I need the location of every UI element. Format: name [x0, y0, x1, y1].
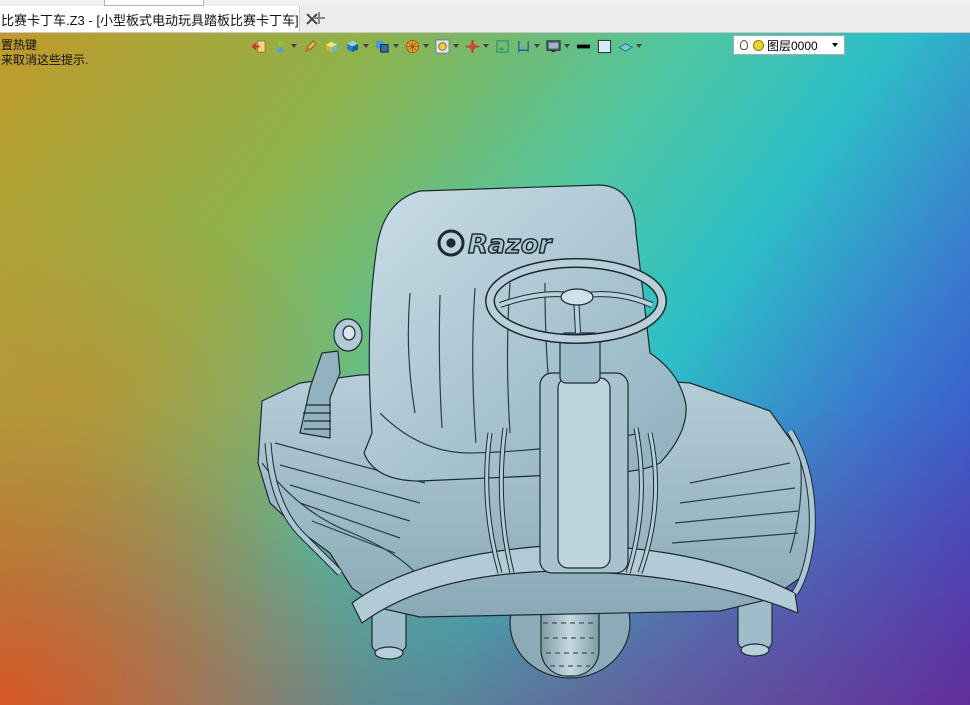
zoom-fit-button[interactable]: [435, 36, 459, 56]
dimension-icon: [518, 40, 529, 52]
shaded-box-button[interactable]: [324, 36, 339, 56]
dimension-button[interactable]: [516, 36, 540, 56]
plane-icon: [618, 42, 633, 52]
axis-button[interactable]: [465, 36, 489, 56]
wheel-icon: [405, 39, 420, 53]
go-kart-model[interactable]: Razor: [0, 33, 970, 705]
hint-text: 置热键 来取消这些提示.: [1, 38, 88, 68]
render-mode-icon: [275, 40, 286, 52]
document-tab[interactable]: 比赛卡丁车.Z3 - [小型板式电动玩具踏板比赛卡丁车]: [0, 6, 300, 32]
document-tab-title: 比赛卡丁车.Z3 - [小型板式电动玩具踏板比赛卡丁车]: [1, 12, 299, 28]
cube-button[interactable]: [345, 36, 369, 56]
layer-select[interactable]: 图层0000: [733, 35, 845, 55]
cube-icon: [346, 40, 359, 52]
pencil-icon: [304, 39, 317, 52]
wheel-button[interactable]: [405, 36, 429, 56]
3d-viewport[interactable]: 置热键 来取消这些提示. 图层0000 Razor: [0, 33, 970, 705]
chevron-down-icon: [832, 43, 838, 47]
exit-sketch-icon: [252, 39, 266, 53]
add-tab-icon[interactable]: [312, 11, 326, 25]
multi-view-button[interactable]: [375, 36, 399, 56]
pencil-button[interactable]: [303, 36, 318, 56]
brand-logo-text: Razor: [468, 230, 554, 260]
frame-icon: [496, 39, 509, 53]
monitor-icon: [546, 39, 561, 52]
line-color-button[interactable]: [576, 36, 591, 56]
square-icon: [597, 39, 612, 53]
layer-color-icon: [753, 39, 764, 51]
render-mode-button[interactable]: [273, 36, 297, 56]
hint-line-2: 来取消这些提示.: [1, 53, 89, 67]
zoom-fit-icon: [435, 38, 450, 54]
document-tab-bar: 比赛卡丁车.Z3 - [小型板式电动玩具踏板比赛卡丁车]: [0, 6, 970, 33]
plane-button[interactable]: [618, 36, 642, 56]
fill-color-button[interactable]: [597, 36, 612, 56]
black-line-icon: [576, 44, 591, 48]
exit-sketch-button[interactable]: [252, 36, 267, 56]
multi-view-icon: [375, 40, 389, 53]
monitor-button[interactable]: [546, 36, 570, 56]
lightbulb-icon: [740, 40, 748, 50]
frame-button[interactable]: [495, 36, 510, 56]
view-toolbar: [252, 35, 648, 57]
right-rear-caster: [737, 597, 773, 657]
hint-line-1: 置热键: [1, 38, 38, 52]
layer-label: 图层0000: [767, 38, 818, 53]
axis-icon: [465, 39, 480, 53]
shaded-box-icon: [325, 41, 338, 52]
